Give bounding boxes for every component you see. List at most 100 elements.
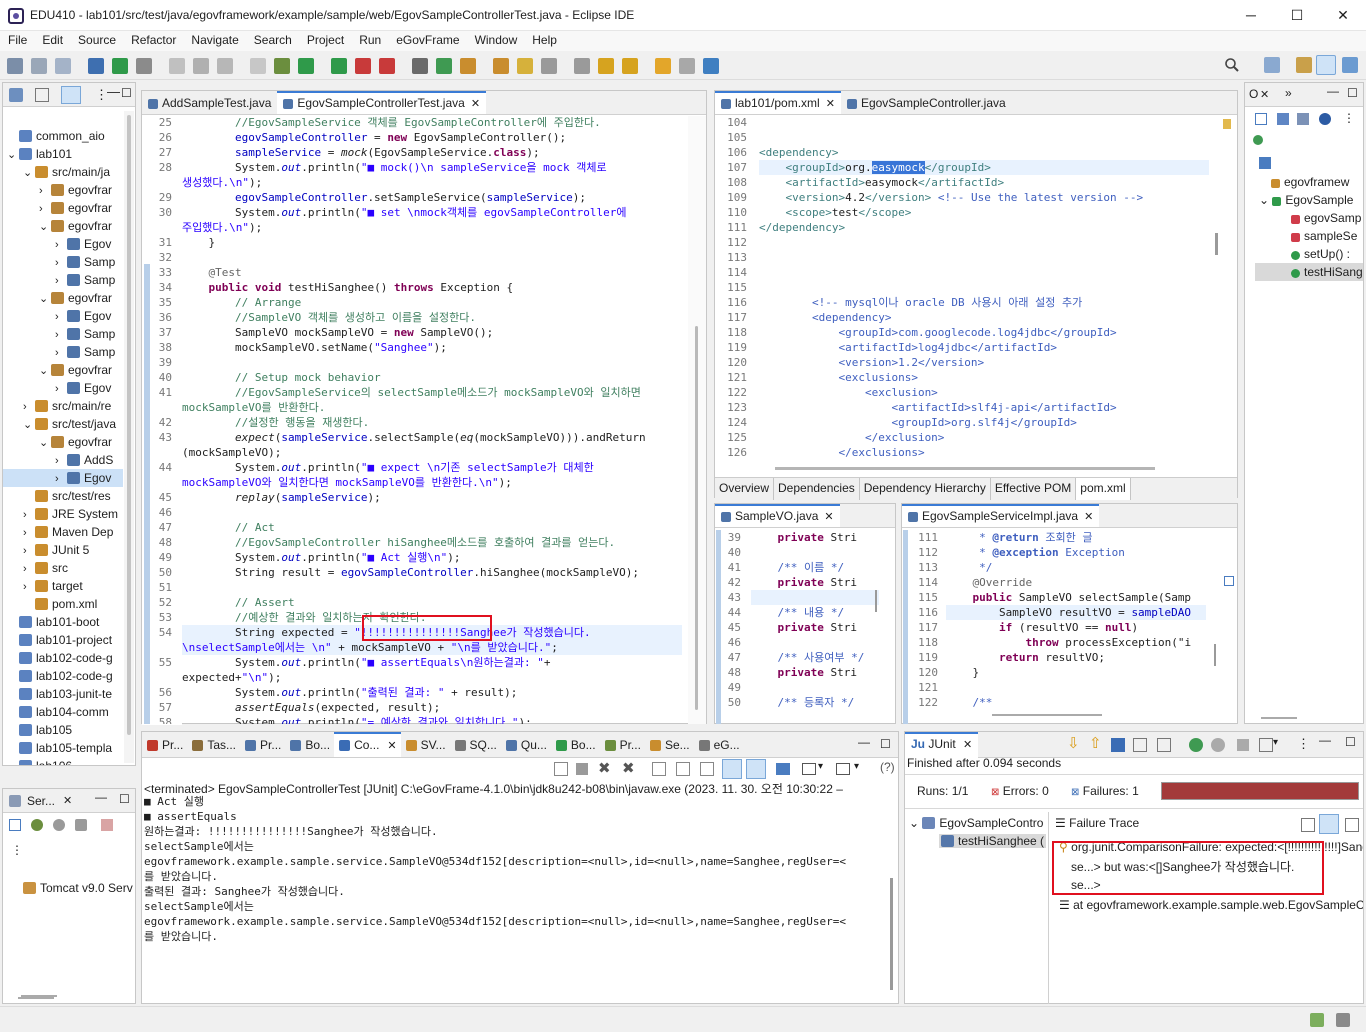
new-java-icon[interactable]: [436, 58, 452, 74]
code-line[interactable]: 생성했다.\n");: [182, 175, 682, 190]
pom-hscrollbar[interactable]: [775, 467, 1155, 470]
editor-scrollbar[interactable]: [688, 116, 706, 724]
maximize-view-icon[interactable]: ☐: [121, 86, 132, 100]
explorer-item[interactable]: lab101-boot: [3, 613, 123, 631]
tab-servers[interactable]: Ser...: [27, 794, 55, 808]
code-line[interactable]: <exclusions>: [759, 370, 1209, 385]
chevron-right-icon[interactable]: ›: [55, 470, 67, 488]
code-line[interactable]: System.out.println("■ assertEquals\n원하는결…: [182, 655, 682, 670]
show-whitespace-icon[interactable]: [250, 58, 266, 74]
code-line[interactable]: mockSampleVO.setName("Sanghee");: [182, 340, 682, 355]
code-line[interactable]: /** 등록자 */: [751, 695, 879, 710]
code-line[interactable]: // Assert: [182, 595, 682, 610]
menu-file[interactable]: File: [0, 31, 34, 47]
explorer-item[interactable]: › Egov: [3, 307, 123, 325]
explorer-item[interactable]: › Maven Dep: [3, 523, 123, 541]
explorer-item[interactable]: › Samp: [3, 325, 123, 343]
code-line[interactable]: System.out.println("■ expect \n기존 select…: [182, 460, 682, 475]
stop-icon[interactable]: [1237, 739, 1249, 751]
code-line[interactable]: mockSampleVO와 일치한다면 mockSampleVO를 반환한다.\…: [182, 475, 682, 490]
code-line[interactable]: <dependency>: [759, 310, 1209, 325]
explorer-item[interactable]: › Egov: [3, 235, 123, 253]
code-line[interactable]: [759, 235, 1209, 250]
serviceimpl-code-area[interactable]: * @return 조회한 글 * @exception Exception *…: [946, 530, 1206, 724]
hide-static-icon[interactable]: [1319, 113, 1331, 125]
open-type-icon[interactable]: [460, 58, 476, 74]
code-line[interactable]: SampleVO resultVO = sampleDAO: [946, 605, 1206, 620]
close-icon[interactable]: ✕: [387, 740, 396, 752]
explorer-item[interactable]: › Egov: [3, 379, 123, 397]
clear-console-icon[interactable]: [554, 762, 568, 776]
mark-icon[interactable]: [169, 58, 185, 74]
code-line[interactable]: mockSampleVO를 반환한다.: [182, 400, 682, 415]
code-line[interactable]: \nselectSample에서는 \n" + mockSampleVO + "…: [182, 640, 682, 655]
scroll-lock-icon[interactable]: [652, 762, 666, 776]
history-icon[interactable]: [1157, 738, 1171, 752]
java-ee-perspective-icon[interactable]: [1296, 57, 1312, 73]
copy-trace-icon[interactable]: [1345, 818, 1359, 832]
chevron-down-icon[interactable]: ⌄: [23, 416, 35, 434]
code-line[interactable]: System.out.println("■ set \nmock객체를 egov…: [182, 205, 682, 220]
code-line[interactable]: [759, 115, 1209, 130]
close-icon[interactable]: ✕: [824, 511, 833, 523]
code-line[interactable]: /** 이름 */: [751, 560, 879, 575]
code-line[interactable]: private Stri: [751, 530, 879, 545]
chevron-right-icon[interactable]: ›: [39, 182, 51, 200]
show-failures-only-icon[interactable]: [1111, 738, 1125, 752]
explorer-item[interactable]: lab103-junit-te: [3, 685, 123, 703]
chevron-down-icon[interactable]: ▾: [1273, 737, 1278, 748]
egov-perspective-icon[interactable]: [1316, 55, 1336, 75]
close-icon[interactable]: ✕: [1084, 511, 1093, 523]
menu-source[interactable]: Source: [70, 31, 123, 47]
maximize-button[interactable]: ☐: [1274, 0, 1320, 31]
tab-addsampletest-java[interactable]: AddSampleTest.java: [142, 91, 277, 114]
code-line[interactable]: if (resultVO == null): [946, 620, 1206, 635]
code-line[interactable]: <artifactId>easymock</artifactId>: [759, 175, 1209, 190]
code-line[interactable]: [751, 590, 879, 605]
explorer-item[interactable]: common_aio: [3, 127, 123, 145]
pom-code-area[interactable]: <dependency> <groupId>org.easymock</grou…: [759, 115, 1209, 475]
code-line[interactable]: * @exception Exception: [946, 545, 1206, 560]
minimize-view-icon[interactable]: —: [95, 790, 107, 804]
code-line[interactable]: <groupId>org.easymock</groupId>: [759, 160, 1209, 175]
samplevo-code-area[interactable]: private Stri /** 이름 */ private Stri /** …: [751, 530, 879, 724]
filter-stack-icon[interactable]: [1319, 814, 1339, 834]
code-line[interactable]: }: [182, 235, 682, 250]
code-line[interactable]: private Stri: [751, 575, 879, 590]
explorer-item[interactable]: › Samp: [3, 271, 123, 289]
explorer-item[interactable]: ⌄ egovfrar: [3, 361, 123, 379]
stop-icon[interactable]: [355, 58, 371, 74]
console-tab[interactable]: Se...: [645, 733, 694, 757]
code-line[interactable]: [759, 265, 1209, 280]
close-icon[interactable]: ✕: [963, 739, 972, 751]
code-line[interactable]: <groupId>org.slf4j</groupId>: [759, 415, 1209, 430]
code-line[interactable]: // Act: [182, 520, 682, 535]
console-tab[interactable]: Pr...: [240, 733, 285, 757]
annotation-prev-icon[interactable]: [574, 58, 590, 74]
console-tab[interactable]: SV...: [401, 733, 450, 757]
menu-egovframe[interactable]: eGovFrame: [388, 31, 466, 47]
chevron-down-icon[interactable]: ⌄: [1259, 193, 1272, 207]
console-tab[interactable]: SQ...: [450, 733, 501, 757]
profile-server-icon[interactable]: [75, 819, 87, 831]
serviceimpl-scrollbar[interactable]: [1214, 644, 1216, 666]
code-line[interactable]: */: [946, 560, 1206, 575]
pin-icon[interactable]: [679, 58, 695, 74]
code-line[interactable]: [759, 280, 1209, 295]
code-line[interactable]: <artifactId>slf4j-api</artifactId>: [759, 400, 1209, 415]
explorer-item[interactable]: src/test/res: [3, 487, 123, 505]
search-icon[interactable]: [1224, 57, 1240, 73]
stop-external-icon[interactable]: [379, 58, 395, 74]
explorer-scrollbar[interactable]: [124, 111, 134, 763]
search-tool-icon[interactable]: [517, 58, 533, 74]
explorer-item[interactable]: ⌄ src/test/java: [3, 415, 123, 433]
run-external-icon[interactable]: [331, 58, 347, 74]
code-line[interactable]: System.out.println("출력된 결과: " + result);: [182, 685, 682, 700]
chevron-down-icon[interactable]: ▾: [854, 761, 859, 772]
tab-samplevo[interactable]: SampleVO.java ✕: [715, 504, 840, 527]
annotation-next-icon[interactable]: [541, 58, 557, 74]
pom-page-tab[interactable]: Overview: [715, 478, 775, 500]
serviceimpl-hscrollbar[interactable]: [992, 714, 1102, 716]
code-line[interactable]: /**: [946, 695, 1206, 710]
chevron-right-icon[interactable]: ›: [55, 344, 67, 362]
